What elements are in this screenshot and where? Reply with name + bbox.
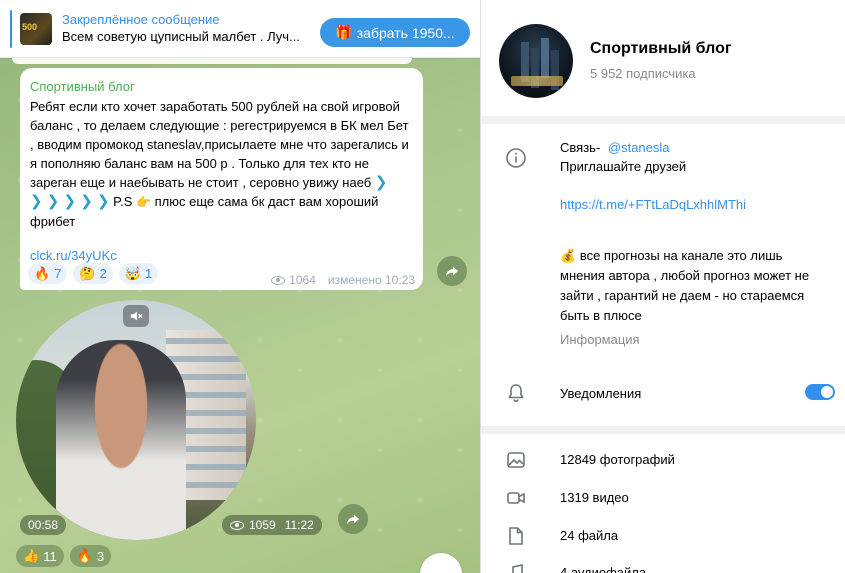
fire-icon: 🔥 [76, 548, 93, 563]
media-label: 12849 фотографий [560, 452, 675, 467]
share-icon [445, 266, 459, 277]
thinking-face-icon: 🤔 [79, 265, 96, 281]
contact-handle[interactable]: @stanesla [608, 140, 670, 155]
pointing-hand-icon: 👉 [136, 195, 151, 209]
previous-message-edge [12, 58, 412, 64]
audio-icon [505, 562, 527, 573]
notifications-label: Уведомления [560, 386, 642, 401]
reaction-thumbs-up[interactable]: 👍 11 [16, 545, 64, 567]
contact-prefix: Связь- [560, 140, 601, 155]
post-text-ps: P.S [113, 194, 133, 209]
pinned-message-bar[interactable]: Закреплённое сообщение Всем советую цупи… [0, 0, 480, 58]
info-icon [505, 147, 527, 169]
video-duration: 00:58 [20, 515, 67, 535]
mind-blown-icon: 🤯 [124, 265, 142, 281]
bell-icon [505, 382, 527, 404]
post-reactions: 🔥 7 🤔 2 🤯 1 [28, 263, 159, 284]
post-text: Ребят если кто хочет заработать 500 рубл… [30, 97, 413, 231]
contact-line: Связь- @stanesla [560, 138, 670, 158]
channel-subscribers: 5 952 подписчика [590, 66, 696, 81]
post-edited: изменено 10:23 [327, 273, 415, 287]
pinned-indicator [10, 9, 12, 48]
reaction-thinking[interactable]: 🤔 2 [73, 263, 113, 284]
video-duration-text: 00:58 [28, 518, 59, 532]
invite-text: Приглашайте друзей [560, 159, 687, 174]
video-message[interactable] [16, 300, 256, 540]
money-bag-icon: 💰 [560, 248, 577, 263]
chat-pane: Закреплённое сообщение Всем советую цупи… [0, 0, 480, 573]
arrow-icon: ❯ ❯ ❯ ❯ ❯ [30, 193, 110, 210]
views-icon [271, 275, 286, 285]
reaction-count: 3 [96, 548, 105, 564]
channel-info-pane: Спортивный блог 5 952 подписчика Связь- … [480, 0, 845, 573]
channel-avatar[interactable] [499, 24, 573, 98]
thumbs-up-icon: 👍 [23, 548, 40, 563]
video-time: 11:22 [284, 518, 314, 532]
mute-icon[interactable] [123, 305, 149, 327]
video-icon [505, 487, 527, 509]
post-author[interactable]: Спортивный блог [30, 78, 413, 96]
reaction-count: 11 [43, 548, 57, 564]
video-views: 1059 [249, 518, 276, 532]
arrow-icon: ❯ [374, 174, 388, 191]
pinned-thumbnail [20, 12, 52, 45]
reaction-count: 1 [145, 266, 153, 281]
views-icon [230, 520, 244, 530]
reaction-count: 2 [99, 266, 107, 281]
post-text-main: Ребят если кто хочет заработать 500 рубл… [30, 99, 409, 190]
share-icon [346, 514, 360, 525]
video-person [56, 340, 186, 540]
channel-title: Спортивный блог [590, 40, 732, 57]
invite-link[interactable]: https://t.me/+FTtLaDqLxhhlMThi [560, 195, 746, 215]
post-views: 1064 [289, 273, 316, 287]
disclaimer: 💰 все прогнозы на канале это лишь мнения… [560, 246, 828, 326]
photo-icon [505, 449, 527, 471]
reaction-count: 7 [54, 266, 62, 281]
post-meta: 1064 изменено 10:23 [271, 273, 415, 287]
pinned-action-label: забрать 1950... [356, 24, 455, 41]
post-bubble[interactable]: Спортивный блог Ребят если кто хочет зар… [20, 68, 423, 290]
media-section: 12849 фотографий 1319 видео 24 файла 4 а… [481, 434, 845, 573]
notifications-toggle[interactable] [805, 384, 835, 400]
disclaimer-text: все прогнозы на канале это лишь мнения а… [560, 248, 810, 323]
fire-icon: 🔥 [34, 265, 51, 281]
file-icon [505, 525, 527, 547]
media-label: 4 аудиофайла [560, 565, 647, 573]
media-label: 1319 видео [560, 490, 629, 505]
video-meta: 1059 11:22 [222, 515, 322, 535]
gift-icon: 🎁 [335, 24, 353, 40]
reaction-fire[interactable]: 🔥 7 [28, 263, 68, 284]
media-label: 24 файла [560, 528, 619, 543]
about-section: Связь- @stanesla Приглашайте друзей http… [481, 124, 845, 426]
about-label: Информация [560, 332, 640, 347]
share-button[interactable] [437, 256, 467, 286]
video-reactions: 👍 11 🔥 3 [16, 545, 112, 567]
pinned-action-button[interactable]: 🎁 забрать 1950... [320, 18, 470, 47]
reaction-mind-blown[interactable]: 🤯 1 [118, 263, 159, 284]
reaction-fire[interactable]: 🔥 3 [69, 545, 112, 567]
channel-header: Спортивный блог 5 952 подписчика [481, 0, 845, 116]
video-share-button[interactable] [338, 504, 368, 534]
